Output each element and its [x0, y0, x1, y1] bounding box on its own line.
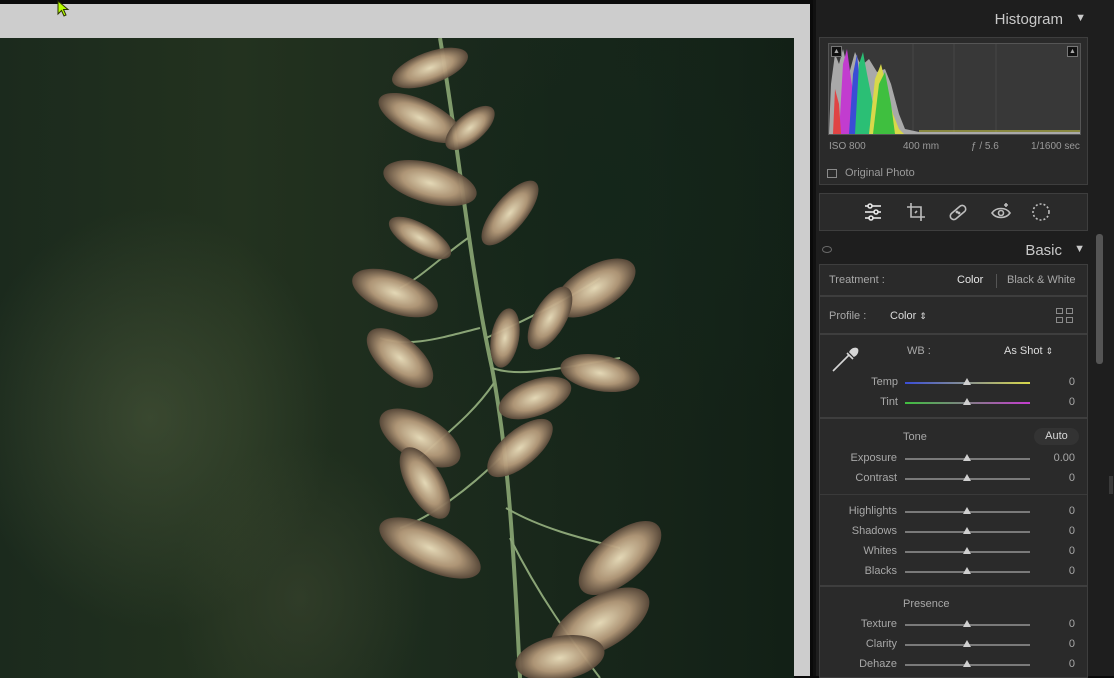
panel-scrollbar[interactable]	[1096, 234, 1103, 364]
profile-label: Profile :	[829, 310, 867, 322]
texture-label: Texture	[860, 618, 897, 630]
original-photo-label: Original Photo	[845, 167, 915, 179]
tone-label: Tone	[903, 431, 927, 443]
contrast-slider-thumb[interactable]	[963, 474, 971, 481]
clarity-label: Clarity	[865, 638, 897, 650]
profile-section: Profile : Color ⇕	[819, 296, 1088, 334]
shadows-value[interactable]: 0	[1035, 525, 1075, 537]
treatment-bw-option[interactable]: Black & White	[1007, 274, 1075, 286]
shadows-label: Shadows	[851, 525, 897, 537]
histogram-header[interactable]: Histogram ▼	[819, 6, 1089, 36]
tint-label: Tint	[880, 396, 898, 408]
panel-edge-handle[interactable]	[1109, 476, 1113, 494]
contrast-label: Contrast	[855, 472, 897, 484]
contrast-value[interactable]: 0	[1035, 472, 1075, 484]
histogram-title: Histogram	[994, 11, 1063, 28]
presence-section: Presence Texture 0 Clarity 0 Dehaze 0	[819, 586, 1088, 678]
blacks-value[interactable]: 0	[1035, 565, 1075, 577]
histogram-panel: ▲ ▲ ISO 800 400 mm ƒ / 5.6 1/1600 sec Or…	[819, 37, 1088, 185]
exposure-label: Exposure	[850, 452, 897, 464]
grid-cell	[1066, 308, 1073, 314]
eyedropper-icon[interactable]	[829, 341, 863, 375]
tint-slider-thumb[interactable]	[963, 398, 971, 405]
white-balance-section: WB : As Shot ⇕ Temp 0 Tint 0	[819, 334, 1088, 418]
blacks-slider-thumb[interactable]	[963, 567, 971, 574]
histogram-curves	[829, 44, 1080, 134]
highlight-clipping-toggle[interactable]: ▲	[1067, 46, 1078, 57]
texture-value[interactable]: 0	[1035, 618, 1075, 630]
updown-icon: ⇕	[1045, 346, 1054, 356]
temp-slider-thumb[interactable]	[963, 378, 971, 385]
profile-value: Color	[890, 310, 917, 322]
basic-panel-title: Basic	[1025, 242, 1062, 259]
iso-value: ISO 800	[829, 141, 866, 152]
mouse-cursor-icon	[57, 0, 70, 17]
basic-panel-header[interactable]: Basic ▼	[819, 238, 1088, 264]
treatment-color-option[interactable]: Color	[957, 274, 983, 286]
treatment-section: Treatment : Color Black & White	[819, 264, 1088, 296]
clarity-value[interactable]: 0	[1035, 638, 1075, 650]
masking-icon[interactable]	[1029, 200, 1053, 224]
shadow-clipping-toggle[interactable]: ▲	[831, 46, 842, 57]
collapse-triangle-icon[interactable]: ▼	[1075, 12, 1086, 24]
crop-icon[interactable]	[904, 200, 928, 224]
wb-dropdown[interactable]: As Shot ⇕	[1004, 345, 1053, 357]
temp-label: Temp	[871, 376, 898, 388]
exposure-slider-thumb[interactable]	[963, 454, 971, 461]
photo-preview[interactable]	[0, 38, 794, 678]
tool-strip	[819, 193, 1088, 231]
collapse-triangle-icon[interactable]: ▼	[1074, 243, 1085, 255]
tone-divider	[820, 494, 1087, 495]
auto-tone-button[interactable]: Auto	[1034, 428, 1079, 445]
temp-value[interactable]: 0	[1035, 376, 1075, 388]
texture-slider-thumb[interactable]	[963, 620, 971, 627]
wb-label: WB :	[907, 345, 931, 357]
histogram-graph[interactable]: ▲ ▲	[828, 43, 1081, 135]
whites-slider-thumb[interactable]	[963, 547, 971, 554]
profile-browser-grid-icon[interactable]	[1056, 308, 1074, 324]
wb-value: As Shot	[1004, 345, 1043, 357]
healing-icon[interactable]	[946, 200, 970, 224]
panel-divider	[813, 0, 816, 676]
edit-sliders-icon[interactable]	[861, 200, 885, 224]
original-photo-checkbox[interactable]	[827, 169, 837, 178]
grid-cell	[1056, 317, 1063, 323]
exposure-value[interactable]: 0.00	[1035, 452, 1075, 464]
shadows-slider-thumb[interactable]	[963, 527, 971, 534]
red-eye-icon[interactable]	[989, 200, 1013, 224]
dehaze-value[interactable]: 0	[1035, 658, 1075, 670]
presence-label: Presence	[903, 598, 950, 610]
aperture-value: ƒ / 5.6	[971, 141, 999, 152]
treatment-divider	[996, 274, 997, 288]
panel-visibility-eye-icon[interactable]	[822, 246, 832, 253]
grid-cell	[1066, 317, 1073, 323]
profile-dropdown[interactable]: Color ⇕	[890, 310, 927, 322]
tint-value[interactable]: 0	[1035, 396, 1075, 408]
whites-value[interactable]: 0	[1035, 545, 1075, 557]
treatment-label: Treatment :	[829, 274, 885, 286]
whites-label: Whites	[863, 545, 897, 557]
shutter-value: 1/1600 sec	[1031, 141, 1080, 152]
grass-flower-photo	[352, 38, 662, 678]
tone-section: Tone Auto Exposure 0.00 Contrast 0 Highl…	[819, 418, 1088, 586]
dehaze-slider-thumb[interactable]	[963, 660, 971, 667]
highlights-label: Highlights	[848, 505, 897, 517]
grid-cell	[1056, 308, 1063, 314]
clarity-slider-thumb[interactable]	[963, 640, 971, 647]
highlights-slider-thumb[interactable]	[963, 507, 971, 514]
blacks-label: Blacks	[864, 565, 897, 577]
dehaze-label: Dehaze	[859, 658, 897, 670]
updown-icon: ⇕	[919, 311, 927, 321]
highlights-value[interactable]: 0	[1035, 505, 1075, 517]
focal-length-value: 400 mm	[903, 141, 940, 152]
